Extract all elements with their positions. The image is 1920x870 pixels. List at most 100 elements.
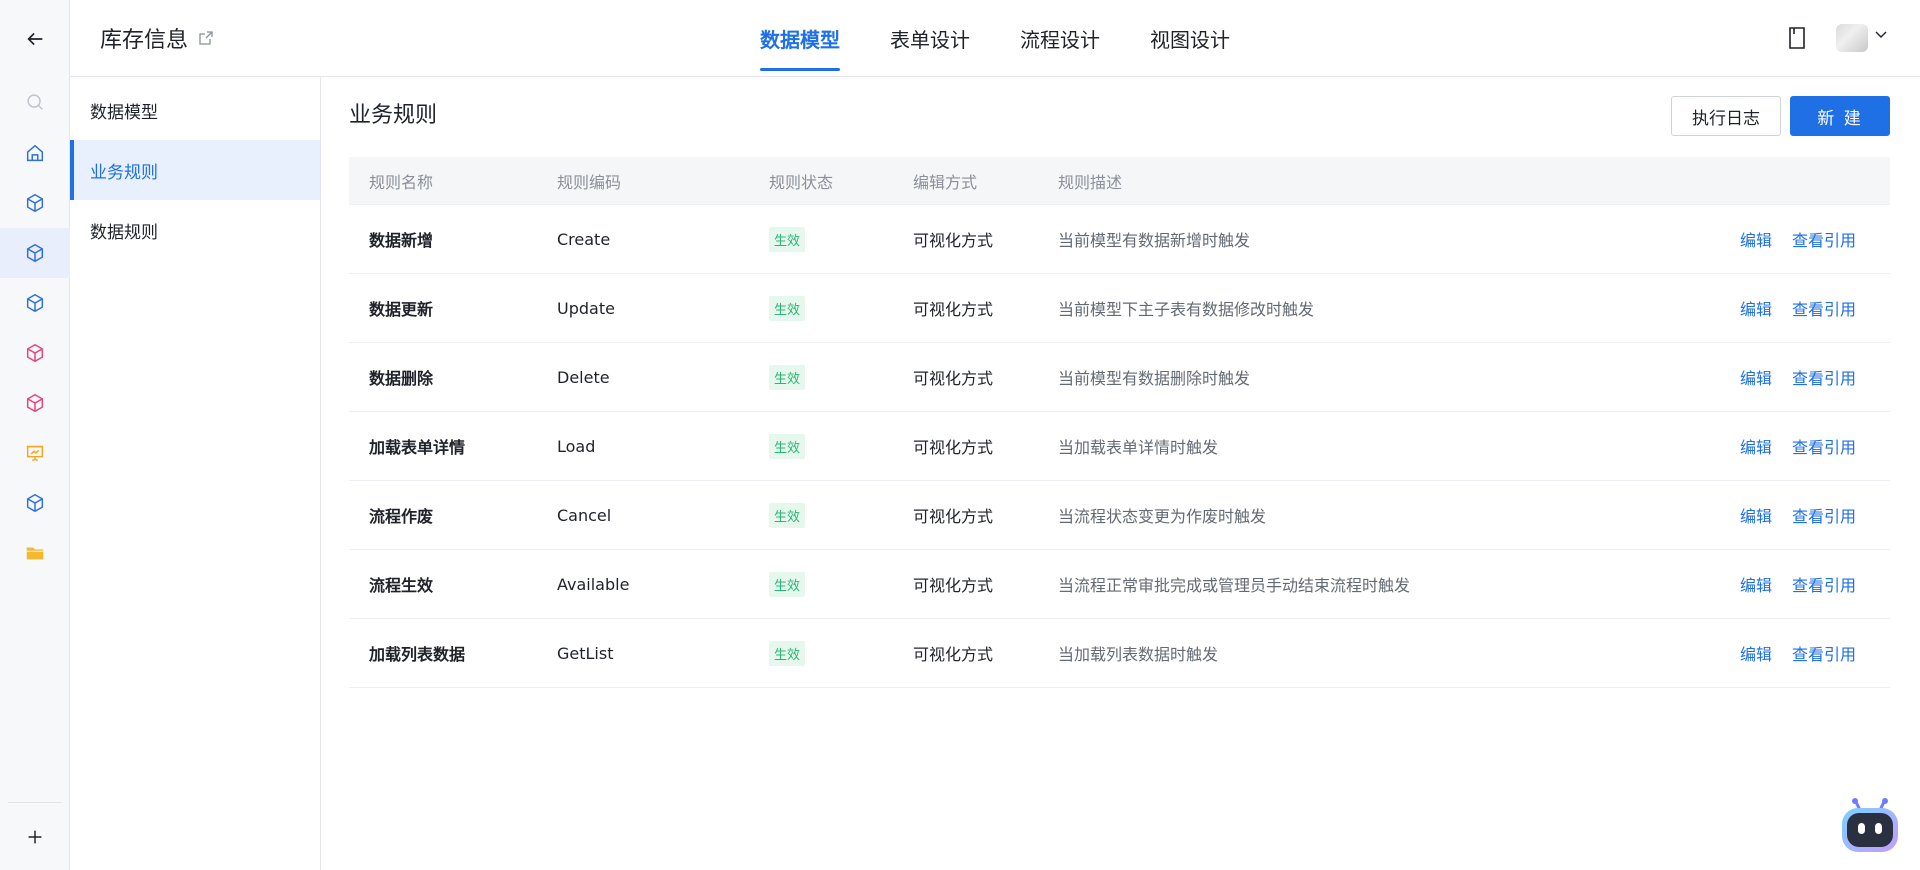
view-references-link[interactable]: 查看引用 bbox=[1792, 296, 1856, 320]
status-badge: 生效 bbox=[769, 571, 806, 597]
edit-mode: 可视化方式 bbox=[913, 507, 994, 526]
rail-add-button[interactable] bbox=[0, 812, 70, 862]
main-content: 业务规则 执行日志 新 建 规则名称 规则编码 规则状态 编辑方式 规则描述 数… bbox=[321, 77, 1920, 870]
rule-description: 当前模型有数据删除时触发 bbox=[1058, 369, 1251, 388]
edit-mode: 可视化方式 bbox=[913, 369, 994, 388]
view-references-link[interactable]: 查看引用 bbox=[1792, 503, 1856, 527]
external-link-icon[interactable] bbox=[198, 30, 214, 46]
column-header-desc: 规则描述 bbox=[1058, 172, 1123, 192]
subnav-item-data-rules[interactable]: 数据规则 bbox=[70, 200, 320, 260]
tab-data-model[interactable]: 数据模型 bbox=[760, 0, 840, 77]
edit-link[interactable]: 编辑 bbox=[1740, 365, 1772, 389]
icon-rail bbox=[0, 0, 70, 870]
edit-mode: 可视化方式 bbox=[913, 300, 994, 319]
rule-name: 数据更新 bbox=[369, 300, 434, 319]
tab-form-design[interactable]: 表单设计 bbox=[890, 0, 970, 77]
rules-table: 规则名称 规则编码 规则状态 编辑方式 规则描述 数据新增 Create 生效 可视化… bbox=[349, 157, 1890, 688]
cube-icon bbox=[26, 293, 44, 313]
rule-name: 流程生效 bbox=[369, 576, 434, 595]
rule-name: 流程作废 bbox=[369, 507, 434, 526]
plus-icon bbox=[28, 830, 42, 844]
column-header-name: 规则名称 bbox=[369, 172, 434, 192]
rule-description: 当加载列表数据时触发 bbox=[1058, 645, 1219, 664]
status-badge: 生效 bbox=[769, 433, 806, 459]
edit-mode: 可视化方式 bbox=[913, 231, 994, 250]
rail-app-2[interactable] bbox=[0, 228, 70, 278]
cube-icon bbox=[26, 343, 44, 363]
rule-description: 当前模型有数据新增时触发 bbox=[1058, 231, 1251, 250]
rail-divider bbox=[8, 802, 62, 803]
table-row: 加载表单详情 Load 生效 可视化方式 当加载表单详情时触发 编辑 查看引用 bbox=[349, 412, 1890, 481]
edit-link[interactable]: 编辑 bbox=[1740, 503, 1772, 527]
view-references-link[interactable]: 查看引用 bbox=[1792, 572, 1856, 596]
rule-description: 当流程状态变更为作废时触发 bbox=[1058, 507, 1267, 526]
rail-app-5[interactable] bbox=[0, 378, 70, 428]
rule-code: Load bbox=[557, 436, 596, 456]
page-title: 业务规则 bbox=[349, 103, 438, 128]
rail-app-8[interactable] bbox=[0, 528, 70, 578]
back-arrow-icon bbox=[27, 32, 43, 46]
edit-link[interactable]: 编辑 bbox=[1740, 641, 1772, 665]
presentation-icon bbox=[26, 445, 44, 462]
subnav-item-data-model[interactable]: 数据模型 bbox=[70, 80, 320, 140]
rule-code: Available bbox=[557, 574, 630, 594]
folder-icon bbox=[26, 547, 44, 560]
status-badge: 生效 bbox=[769, 364, 806, 390]
rule-name: 加载表单详情 bbox=[369, 438, 466, 457]
rule-name: 数据新增 bbox=[369, 231, 434, 250]
chevron-down-icon[interactable] bbox=[1874, 28, 1888, 42]
view-references-link[interactable]: 查看引用 bbox=[1792, 641, 1856, 665]
rule-description: 当流程正常审批完成或管理员手动结束流程时触发 bbox=[1058, 576, 1411, 595]
view-references-link[interactable]: 查看引用 bbox=[1792, 227, 1856, 251]
status-badge: 生效 bbox=[769, 295, 806, 321]
column-header-code: 规则编码 bbox=[557, 172, 622, 192]
cube-icon bbox=[26, 493, 44, 513]
edit-mode: 可视化方式 bbox=[913, 576, 994, 595]
table-row: 流程生效 Available 生效 可视化方式 当流程正常审批完成或管理员手动结束流程时… bbox=[349, 550, 1890, 619]
back-button[interactable] bbox=[0, 14, 70, 64]
view-references-link[interactable]: 查看引用 bbox=[1792, 365, 1856, 389]
cube-icon bbox=[26, 193, 44, 213]
rail-search[interactable] bbox=[0, 77, 70, 127]
status-badge: 生效 bbox=[769, 502, 806, 528]
rail-home[interactable] bbox=[0, 128, 70, 178]
tab-process-design[interactable]: 流程设计 bbox=[1020, 0, 1100, 77]
cube-icon bbox=[26, 243, 44, 263]
table-row: 加载列表数据 GetList 生效 可视化方式 当加载列表数据时触发 编辑 查看引用 bbox=[349, 619, 1890, 688]
rule-code: Create bbox=[557, 229, 611, 249]
status-badge: 生效 bbox=[769, 640, 806, 666]
avatar[interactable] bbox=[1836, 24, 1868, 52]
edit-link[interactable]: 编辑 bbox=[1740, 296, 1772, 320]
column-header-status: 规则状态 bbox=[769, 172, 834, 192]
rail-app-6[interactable] bbox=[0, 428, 70, 478]
document-icon[interactable] bbox=[1786, 26, 1808, 50]
table-row: 数据新增 Create 生效 可视化方式 当前模型有数据新增时触发 编辑 查看引用 bbox=[349, 205, 1890, 274]
rule-code: GetList bbox=[557, 643, 614, 663]
edit-link[interactable]: 编辑 bbox=[1740, 434, 1772, 458]
edit-link[interactable]: 编辑 bbox=[1740, 572, 1772, 596]
edit-link[interactable]: 编辑 bbox=[1740, 227, 1772, 251]
rail-app-1[interactable] bbox=[0, 178, 70, 228]
status-badge: 生效 bbox=[769, 226, 806, 252]
table-header: 规则名称 规则编码 规则状态 编辑方式 规则描述 bbox=[349, 157, 1890, 205]
execution-log-button[interactable]: 执行日志 bbox=[1671, 96, 1781, 136]
rule-code: Delete bbox=[557, 367, 610, 387]
search-icon bbox=[27, 94, 43, 110]
rule-name: 数据删除 bbox=[369, 369, 434, 388]
rail-app-4[interactable] bbox=[0, 328, 70, 378]
rule-code: Cancel bbox=[557, 505, 612, 525]
cube-icon bbox=[26, 393, 44, 413]
new-rule-button[interactable]: 新 建 bbox=[1790, 96, 1890, 136]
view-references-link[interactable]: 查看引用 bbox=[1792, 434, 1856, 458]
table-row: 流程作废 Cancel 生效 可视化方式 当流程状态变更为作废时触发 编辑 查看引用 bbox=[349, 481, 1890, 550]
rule-code: Update bbox=[557, 298, 615, 318]
table-row: 数据更新 Update 生效 可视化方式 当前模型下主子表有数据修改时触发 编辑 查看引用 bbox=[349, 274, 1890, 343]
rule-description: 当前模型下主子表有数据修改时触发 bbox=[1058, 300, 1315, 319]
edit-mode: 可视化方式 bbox=[913, 438, 994, 457]
rail-app-7[interactable] bbox=[0, 478, 70, 528]
subnav-item-business-rules[interactable]: 业务规则 bbox=[70, 140, 320, 200]
model-subnav: 数据模型 业务规则 数据规则 bbox=[70, 77, 321, 870]
rail-app-3[interactable] bbox=[0, 278, 70, 328]
assistant-bot-icon[interactable] bbox=[1838, 794, 1902, 856]
tab-view-design[interactable]: 视图设计 bbox=[1150, 0, 1230, 77]
